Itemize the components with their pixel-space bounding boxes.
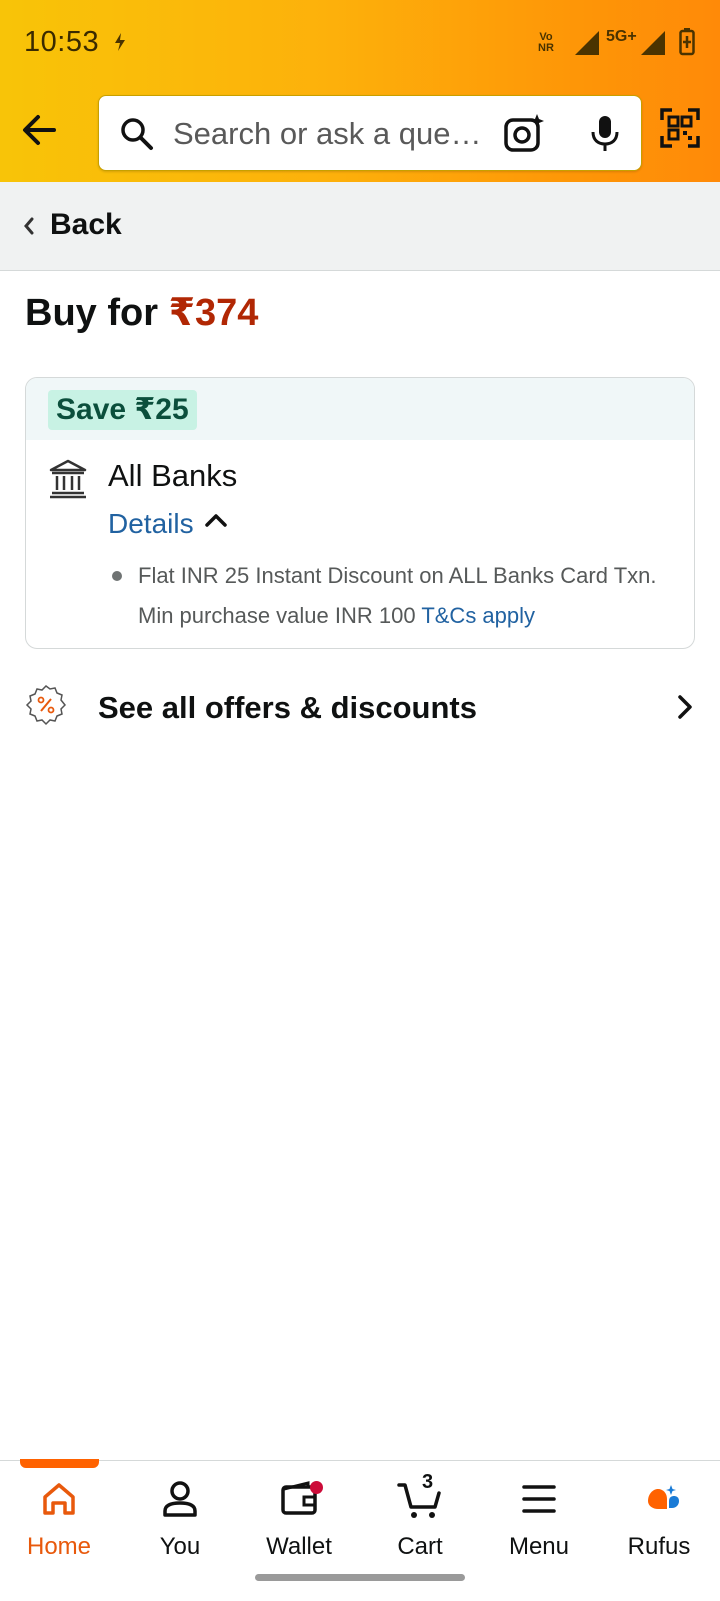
- status-time: 10:53: [24, 26, 100, 58]
- wallet-icon: [281, 1481, 317, 1515]
- volte-indicator: Vo NR: [538, 31, 554, 54]
- cart-count-badge: 3: [422, 1471, 434, 1493]
- network-type: 5G+: [606, 28, 637, 45]
- nav-you-label: You: [159, 1533, 201, 1560]
- chevron-left-icon: [24, 217, 34, 235]
- menu-icon: [522, 1485, 556, 1513]
- user-icon: [163, 1481, 197, 1517]
- back-link-bar[interactable]: Back: [0, 182, 720, 271]
- nav-wallet[interactable]: Wallet: [244, 1475, 354, 1565]
- nav-wallet-label: Wallet: [266, 1533, 332, 1560]
- nav-home[interactable]: Home: [4, 1475, 114, 1565]
- nav-you[interactable]: You: [125, 1475, 235, 1565]
- buy-price-heading: Buy for ₹374: [25, 292, 259, 334]
- cart-icon: [397, 1483, 441, 1518]
- notification-dot: [310, 1481, 323, 1494]
- bank-name: All Banks: [108, 458, 238, 493]
- terms-link[interactable]: T&Cs apply: [421, 603, 535, 628]
- nav-cart[interactable]: 3 Cart: [365, 1471, 475, 1565]
- bank-offer-card: Save ₹25 All Banks Details Flat INR 25 I…: [25, 377, 695, 649]
- top-header: 10:53 Vo NR 5G+ Search or ask a que…: [0, 0, 720, 182]
- offer-card-header: Save ₹25: [26, 378, 694, 440]
- bullet-point: [112, 571, 122, 581]
- microphone-icon[interactable]: [589, 114, 621, 154]
- nav-menu[interactable]: Menu: [484, 1475, 594, 1565]
- search-bar[interactable]: Search or ask a que…: [98, 95, 642, 171]
- details-toggle[interactable]: Details: [108, 508, 194, 540]
- chevron-up-icon[interactable]: [204, 512, 228, 528]
- savings-badge: Save ₹25: [48, 390, 197, 430]
- nav-cart-label: Cart: [397, 1533, 443, 1560]
- back-link-label[interactable]: Back: [50, 208, 122, 242]
- nav-menu-label: Menu: [508, 1533, 570, 1560]
- camera-lens-icon[interactable]: [503, 112, 545, 154]
- signal-icon-2: [641, 31, 665, 55]
- bank-icon: [49, 459, 87, 499]
- home-icon: [43, 1483, 75, 1515]
- active-tab-indicator: [20, 1459, 99, 1468]
- signal-icon: [575, 31, 599, 55]
- price: ₹374: [168, 292, 259, 334]
- charging-bolt-icon: [115, 33, 125, 51]
- discount-percent-icon: [25, 685, 67, 726]
- nav-rufus-label: Rufus: [627, 1533, 691, 1560]
- see-all-offers-label[interactable]: See all offers & discounts: [98, 690, 477, 726]
- back-arrow-icon[interactable]: [18, 108, 62, 152]
- nav-rufus[interactable]: Rufus: [604, 1475, 714, 1565]
- battery-icon: [679, 28, 695, 56]
- search-icon: [121, 118, 153, 150]
- gesture-handle[interactable]: [255, 1574, 465, 1581]
- nav-home-label: Home: [26, 1533, 92, 1560]
- see-all-offers-row[interactable]: See all offers & discounts: [0, 672, 720, 742]
- rufus-icon: [648, 1485, 679, 1509]
- offer-description: Flat INR 25 Instant Discount on ALL Bank…: [138, 563, 657, 628]
- status-bar: 10:53 Vo NR 5G+: [0, 0, 720, 86]
- qr-scanner-icon[interactable]: [660, 108, 700, 148]
- chevron-right-icon[interactable]: [676, 694, 694, 720]
- search-input[interactable]: Search or ask a que…: [173, 116, 493, 152]
